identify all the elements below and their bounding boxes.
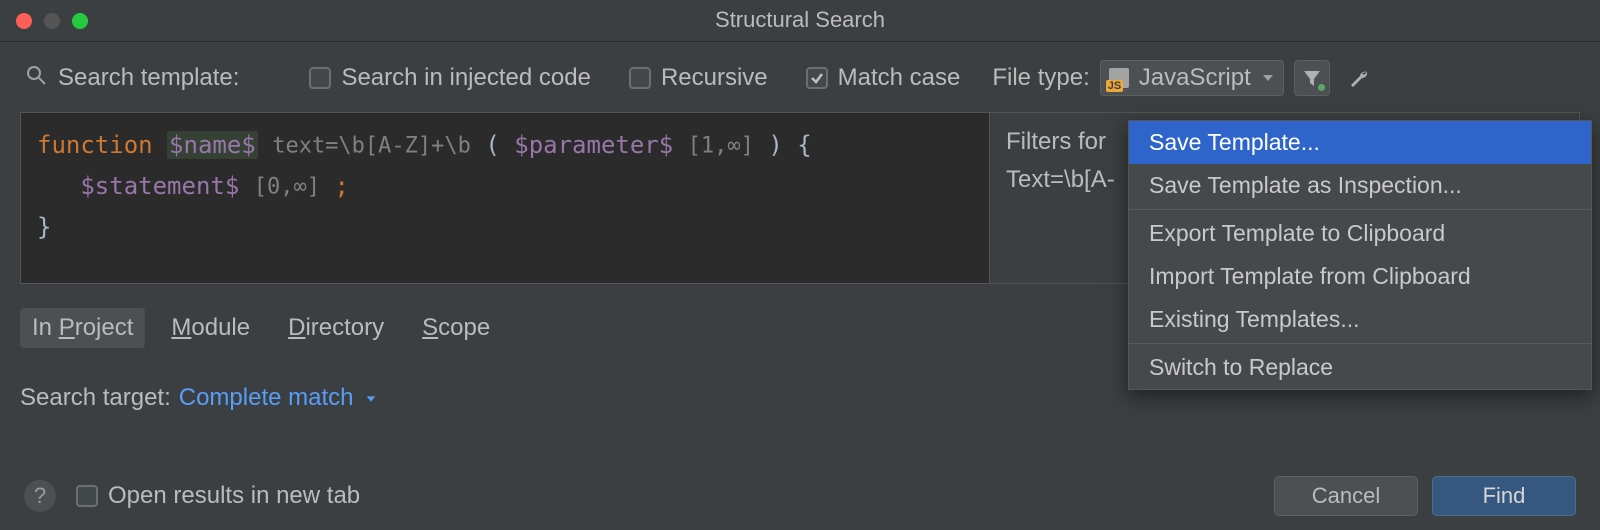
scope-tab[interactable]: Scope — [410, 308, 502, 348]
search-injected-label: Search in injected code — [341, 64, 591, 92]
menu-separator — [1129, 343, 1591, 344]
file-type-combo[interactable]: JavaScript — [1100, 60, 1284, 96]
keyword: function — [37, 131, 153, 159]
close-window-button[interactable] — [16, 13, 32, 29]
minimize-window-button[interactable] — [44, 13, 60, 29]
menu-item[interactable]: Save Template as Inspection... — [1129, 164, 1591, 207]
template-editor[interactable]: function $name$ text=\b[A-Z]+\b ( $param… — [21, 113, 989, 283]
menu-item[interactable]: Import Template from Clipboard — [1129, 255, 1591, 298]
search-target-value: Complete match — [179, 384, 354, 411]
open-new-tab-checkbox[interactable]: Open results in new tab — [76, 482, 360, 510]
parameter-variable: $parameter$ — [514, 131, 673, 159]
recursive-checkbox[interactable]: Recursive — [629, 64, 768, 92]
open-paren: ( — [485, 131, 499, 159]
find-button[interactable]: Find — [1432, 476, 1576, 516]
javascript-icon — [1109, 68, 1129, 88]
checkbox-icon — [76, 485, 98, 507]
close-brace: } — [37, 213, 51, 241]
match-case-label: Match case — [838, 64, 961, 92]
search-target-label: Search target: — [20, 384, 171, 412]
filter-active-indicator — [1318, 84, 1325, 91]
menu-item[interactable]: Existing Templates... — [1129, 298, 1591, 341]
match-case-checkbox[interactable]: Match case — [806, 64, 961, 92]
bottom-bar: ? Open results in new tab Cancel Find — [0, 476, 1600, 516]
file-type-value: JavaScript — [1139, 64, 1251, 92]
checkbox-icon — [309, 67, 331, 89]
zoom-window-button[interactable] — [72, 13, 88, 29]
search-target-combo[interactable]: Complete match — [179, 384, 378, 412]
statement-count-hint: [0,∞] — [254, 174, 320, 199]
search-icon — [24, 63, 48, 94]
cancel-button[interactable]: Cancel — [1274, 476, 1418, 516]
file-type-label: File type: — [992, 64, 1089, 92]
menu-item[interactable]: Save Template... — [1129, 121, 1591, 164]
checkbox-icon — [629, 67, 651, 89]
chevron-down-icon — [1261, 64, 1275, 92]
scope-tab[interactable]: In Project — [20, 308, 145, 348]
scope-tab[interactable]: Module — [159, 308, 262, 348]
recursive-label: Recursive — [661, 64, 768, 92]
checkbox-icon — [806, 67, 828, 89]
parameter-count-hint: [1,∞] — [688, 133, 754, 158]
statement-variable: $statement$ — [80, 172, 239, 200]
search-injected-checkbox[interactable]: Search in injected code — [309, 64, 591, 92]
menu-separator — [1129, 209, 1591, 210]
scope-tab[interactable]: Directory — [276, 308, 396, 348]
open-new-tab-label: Open results in new tab — [108, 482, 360, 510]
toolbar: Search template: Search in injected code… — [0, 42, 1600, 112]
semicolon: ; — [334, 172, 348, 200]
help-button[interactable]: ? — [24, 480, 56, 512]
filter-button[interactable] — [1294, 60, 1330, 96]
window-title: Structural Search — [715, 7, 885, 33]
name-variable: $name$ — [167, 131, 258, 159]
titlebar: Structural Search — [0, 0, 1600, 42]
menu-item[interactable]: Switch to Replace — [1129, 346, 1591, 389]
menu-item[interactable]: Export Template to Clipboard — [1129, 212, 1591, 255]
search-template-label: Search template: — [58, 64, 239, 92]
window-controls — [16, 13, 88, 29]
name-constraint-hint: text=\b[A-Z]+\b — [272, 133, 471, 158]
tools-dropdown-menu: Save Template...Save Template as Inspect… — [1128, 120, 1592, 390]
tools-menu-button[interactable] — [1340, 60, 1376, 96]
close-paren-brace: ) { — [768, 131, 811, 159]
